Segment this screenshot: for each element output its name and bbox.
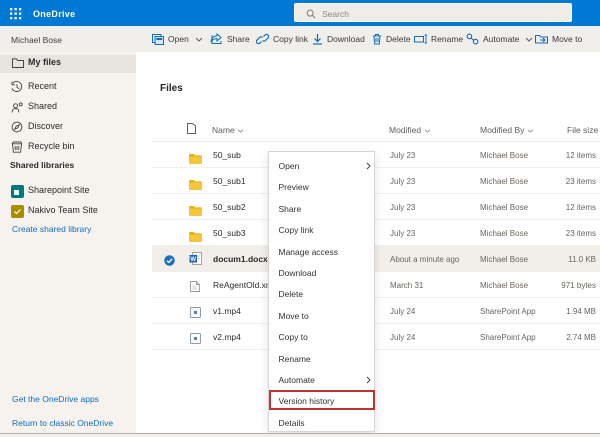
svg-text:W: W	[190, 257, 196, 263]
